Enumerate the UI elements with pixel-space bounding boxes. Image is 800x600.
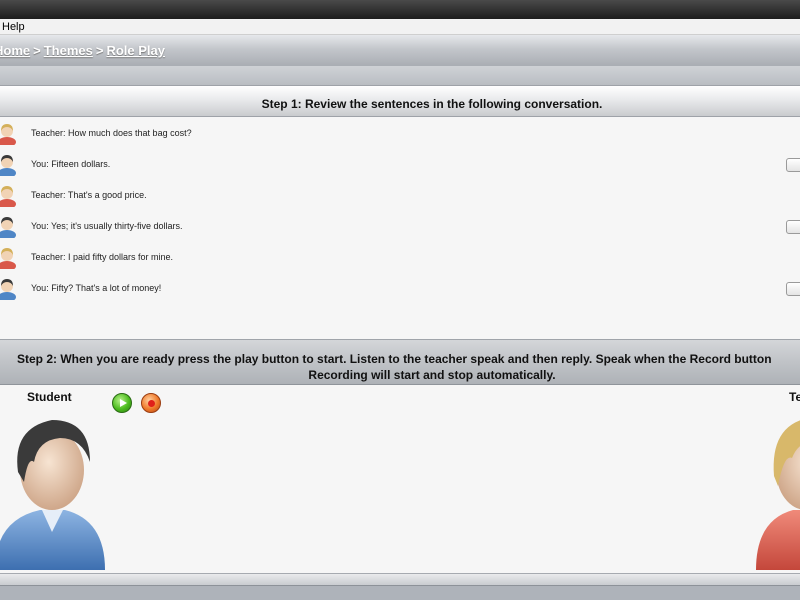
step1-header: Step 1: Review the sentences in the foll… — [0, 85, 800, 117]
teacher-avatar-icon — [0, 248, 16, 269]
divider-band — [0, 66, 800, 85]
sentence-checkbox[interactable] — [786, 282, 800, 296]
conversation-text: Teacher: I paid fifty dollars for mine. — [31, 252, 174, 262]
student-avatar-icon — [0, 279, 16, 300]
teacher-label: Te — [789, 390, 800, 404]
step2-instructions-line1: Step 2: When you are ready press the pla… — [17, 352, 772, 366]
sentence-checkbox[interactable] — [786, 220, 800, 234]
breadcrumb-separator: > — [95, 43, 104, 58]
conversation-row: Teacher: That's a good price. — [0, 181, 800, 209]
breadcrumb-separator: > — [33, 43, 41, 58]
footer-bar — [0, 585, 800, 600]
step2-instructions-line2: Recording will start and stop automatica… — [308, 368, 556, 382]
sentence-checkbox[interactable] — [786, 158, 800, 172]
menu-help[interactable]: Help — [2, 21, 25, 33]
breadcrumb-bar: Home>Themes>Role Play — [0, 35, 800, 66]
step2-header: Step 2: When you are ready press the pla… — [0, 339, 800, 385]
breadcrumb-home[interactable]: Home — [0, 43, 30, 58]
student-label: Student — [27, 390, 72, 404]
menu-bar: Help — [0, 19, 800, 35]
conversation-text: Teacher: How much does that bag cost? — [31, 128, 192, 138]
conversation-text: You: Fifty? That's a lot of money! — [31, 283, 162, 293]
conversation-row: You: Yes; it's usually thirty-five dolla… — [0, 212, 800, 240]
breadcrumb-role-play[interactable]: Role Play — [106, 43, 165, 58]
teacher-avatar-icon — [0, 124, 16, 145]
conversation-row: Teacher: I paid fifty dollars for mine. — [0, 243, 800, 271]
conversation-row: You: Fifty? That's a lot of money! — [0, 274, 800, 302]
conversation-row: You: Fifteen dollars. — [0, 150, 800, 178]
footer-band — [0, 573, 800, 585]
conversation-text: Teacher: That's a good price. — [31, 190, 147, 200]
breadcrumb-themes[interactable]: Themes — [44, 43, 93, 58]
step1-title: Step 1: Review the sentences in the foll… — [261, 97, 603, 111]
conversation-row: Teacher: How much does that bag cost? — [0, 119, 800, 147]
record-button[interactable] — [141, 393, 161, 413]
play-button[interactable] — [112, 393, 132, 413]
breadcrumb: Home>Themes>Role Play — [0, 43, 165, 58]
teacher-avatar-icon — [0, 186, 16, 207]
conversation-list: Teacher: How much does that bag cost? Yo… — [0, 117, 800, 339]
role-play-stage: Student Te — [0, 385, 800, 573]
window-titlebar — [0, 0, 800, 19]
student-avatar-icon — [0, 217, 16, 238]
conversation-text: You: Fifteen dollars. — [31, 159, 111, 169]
student-avatar-icon — [0, 420, 105, 570]
student-avatar-icon — [0, 155, 16, 176]
teacher-avatar-icon — [756, 420, 800, 570]
conversation-text: You: Yes; it's usually thirty-five dolla… — [31, 221, 183, 231]
